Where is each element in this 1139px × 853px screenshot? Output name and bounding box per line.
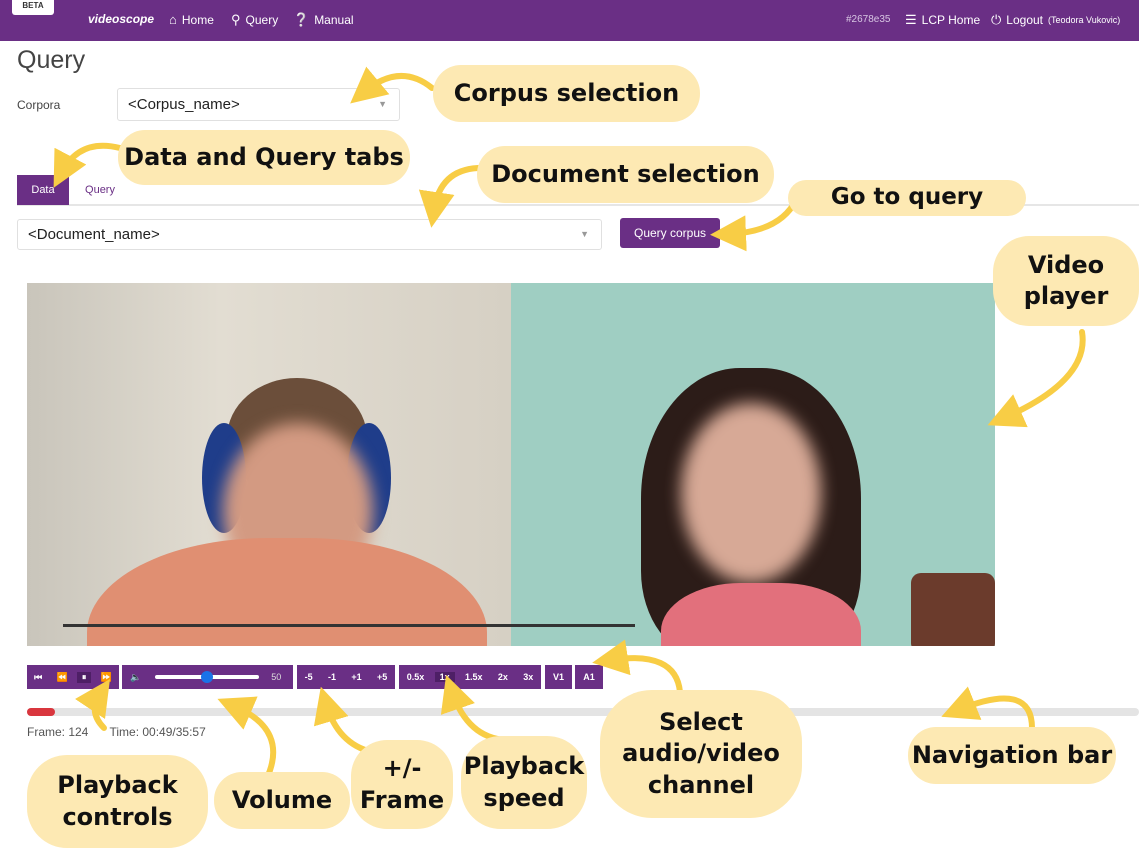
time-readout: Time: 00:49/35:57 xyxy=(109,725,206,739)
user-name: (Teodora Vukovic) xyxy=(1048,15,1121,25)
nav-manual-link[interactable]: ❔ Manual xyxy=(293,12,354,28)
callout-video-player: Video player xyxy=(993,236,1139,326)
frame-step-controls: -5 -1 +1 +5 xyxy=(297,665,395,689)
video-scrub-line[interactable] xyxy=(63,624,635,627)
navigation-bar[interactable] xyxy=(27,708,1139,716)
tab-query[interactable]: Query xyxy=(80,175,120,205)
callout-data-query-tabs: Data and Query tabs xyxy=(118,130,410,185)
speed-controls: 0.5x 1x 1.5x 2x 3x xyxy=(399,665,541,689)
frame-minus-1-button[interactable]: -1 xyxy=(323,672,341,682)
chevron-down-icon: ▼ xyxy=(580,229,589,239)
chevron-down-icon: ▼ xyxy=(378,99,387,109)
arrow-volume xyxy=(217,696,277,783)
speed-1x-button[interactable]: 1x xyxy=(434,672,455,682)
callout-volume: Volume xyxy=(214,772,350,829)
tab-data[interactable]: Data xyxy=(17,175,69,205)
callout-document-selection: Document selection xyxy=(477,146,774,203)
corpus-select-value: <Corpus_name> xyxy=(128,96,240,113)
volume-slider-handle[interactable] xyxy=(201,671,214,683)
speed-1-5x-button[interactable]: 1.5x xyxy=(460,672,488,682)
pause-icon[interactable]: ⏸ xyxy=(76,671,92,683)
blurred-face-right xyxy=(681,403,821,583)
callout-playback-controls: Playback controls xyxy=(27,755,208,848)
document-select-value: <Document_name> xyxy=(28,226,160,243)
speaker-icon: 🔈 xyxy=(130,671,142,682)
callout-corpus-selection: Corpus selection xyxy=(433,65,700,122)
search-icon: ⚲ xyxy=(231,12,241,27)
arrow-video xyxy=(987,329,1086,428)
fast-forward-icon[interactable]: ⏩ xyxy=(96,672,117,683)
video-player[interactable] xyxy=(27,283,995,646)
volume-control: 🔈 50 xyxy=(122,665,293,689)
nav-logout-label: Logout xyxy=(1006,13,1043,27)
callout-frame: +/- Frame xyxy=(351,740,453,829)
arrow-channel xyxy=(592,639,683,695)
video-panel-left xyxy=(27,283,511,646)
video-panel-right xyxy=(511,283,995,646)
callout-navigation-bar: Navigation bar xyxy=(908,727,1116,784)
nav-query-link[interactable]: ⚲ Query xyxy=(231,12,278,28)
rewind-icon[interactable]: ⏪ xyxy=(51,672,72,683)
nav-lcp-home-link[interactable]: ☰ LCP Home xyxy=(905,12,980,28)
volume-value: 50 xyxy=(271,672,282,682)
speed-0-5x-button[interactable]: 0.5x xyxy=(402,672,430,682)
nav-query-label: Query xyxy=(245,13,279,27)
frame-time-readout: Frame: 124 Time: 00:49/35:57 xyxy=(27,725,224,739)
speed-3x-button[interactable]: 3x xyxy=(518,672,538,682)
skip-start-icon[interactable]: ⏮ xyxy=(29,672,47,683)
callout-playback-speed: Playback speed xyxy=(461,736,587,829)
callout-go-to-query: Go to query xyxy=(788,180,1026,216)
nav-lcp-home-label: LCP Home xyxy=(921,13,981,27)
frame-readout: Frame: 124 xyxy=(27,725,89,739)
corpora-label: Corpora xyxy=(17,98,61,112)
version-hash: #2678e35 xyxy=(846,14,891,25)
video-channel-button[interactable]: V1 xyxy=(545,665,572,689)
playback-controls: ⏮ ⏪ ⏸ ⏩ xyxy=(27,665,119,689)
nav-home-link[interactable]: ⌂ Home xyxy=(169,12,214,27)
audio-channel-button[interactable]: A1 xyxy=(575,665,603,689)
frame-plus-5-button[interactable]: +5 xyxy=(372,672,392,682)
beta-badge: BETA xyxy=(12,0,54,15)
brand-logo[interactable]: videoscope xyxy=(88,12,154,26)
page-title: Query xyxy=(17,46,86,74)
query-corpus-button[interactable]: Query corpus xyxy=(620,218,720,248)
database-icon: ☰ xyxy=(905,12,917,27)
power-icon: ⏻ xyxy=(991,12,1002,27)
corpus-select[interactable]: <Corpus_name> ▼ xyxy=(117,88,400,121)
top-navbar: BETA videoscope ⌂ Home ⚲ Query ❔ Manual … xyxy=(0,0,1139,41)
home-icon: ⌂ xyxy=(169,12,177,27)
nav-home-label: Home xyxy=(181,12,214,27)
frame-plus-1-button[interactable]: +1 xyxy=(346,672,366,682)
nav-manual-label: Manual xyxy=(314,13,354,27)
callout-channel: Select audio/video channel xyxy=(600,690,802,818)
volume-slider[interactable] xyxy=(155,671,260,683)
arrow-speed xyxy=(440,675,509,743)
chair-shape xyxy=(911,573,995,646)
document-select[interactable]: <Document_name> ▼ xyxy=(17,219,602,250)
frame-minus-5-button[interactable]: -5 xyxy=(300,672,318,682)
speed-2x-button[interactable]: 2x xyxy=(493,672,513,682)
arrow-tabs xyxy=(53,142,123,188)
help-icon: ❔ xyxy=(293,12,310,27)
nav-logout-link[interactable]: ⏻ Logout (Teodora Vukovic) xyxy=(991,12,1120,28)
shirt-left-shape xyxy=(87,538,487,646)
navigation-bar-progress xyxy=(27,708,55,716)
